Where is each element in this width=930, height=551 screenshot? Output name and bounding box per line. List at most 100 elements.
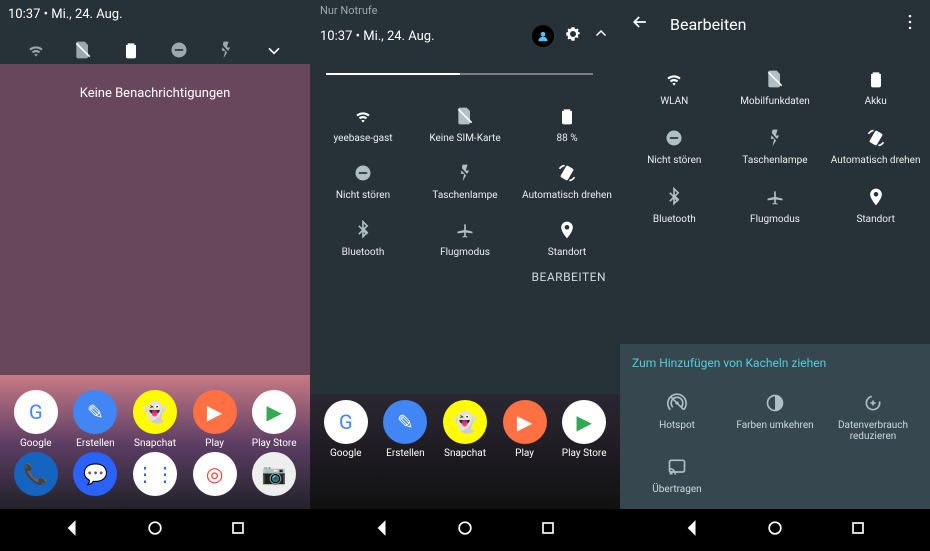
wifi-icon[interactable]: [26, 40, 46, 60]
tile-invert[interactable]: Farben umkehren: [726, 382, 824, 446]
battery-icon: [520, 105, 614, 127]
app-snapchat[interactable]: 👻 Snapchat: [438, 400, 492, 459]
app-[interactable]: 💬: [68, 452, 122, 500]
tile-label: Nicht stören: [316, 190, 410, 201]
battery-icon[interactable]: [121, 40, 141, 60]
tile-sim[interactable]: Mobilfunkdaten: [725, 54, 826, 113]
brightness-slider[interactable]: [310, 49, 620, 91]
tile-label: Standort: [827, 214, 924, 225]
tile-wifi[interactable]: WLAN: [624, 54, 725, 113]
tile-label: Keine SIM-Karte: [418, 133, 512, 144]
app-[interactable]: 📞: [9, 452, 63, 500]
tile-loc[interactable]: Standort: [518, 209, 616, 262]
nav-home-icon[interactable]: [765, 518, 785, 542]
tile-flash[interactable]: Taschenlampe: [416, 152, 514, 205]
drag-hint: Zum Hinzufügen von Kacheln ziehen: [628, 356, 922, 382]
flashlight-icon[interactable]: [216, 40, 236, 60]
nav-home-icon[interactable]: [145, 518, 165, 542]
tile-dnd[interactable]: Nicht stören: [624, 113, 725, 172]
nav-recent-icon[interactable]: [228, 518, 248, 542]
tile-label: Automatisch drehen: [827, 155, 924, 166]
status-time: 10:37: [320, 29, 352, 44]
app-[interactable]: ⋮⋮: [128, 452, 182, 500]
app-erstellen[interactable]: ✎ Erstellen: [378, 400, 432, 459]
tile-label: Automatisch drehen: [520, 190, 614, 201]
app-icon: ✎: [383, 400, 427, 444]
pane-edit-tiles: Bearbeiten WLAN Mobilfunkdaten Akku Nich…: [620, 0, 930, 551]
navbar: [620, 509, 930, 551]
tile-plane[interactable]: Flugmodus: [416, 209, 514, 262]
app-play store[interactable]: ▶ Play Store: [557, 400, 611, 459]
nav-back-icon[interactable]: [63, 518, 83, 542]
nav-back-icon[interactable]: [373, 518, 393, 542]
tile-label: Bluetooth: [316, 247, 410, 258]
nav-recent-icon[interactable]: [538, 518, 558, 542]
pane-notifications: 10:37 • Mi., 24. Aug. Keine Benachrichti…: [0, 0, 310, 551]
status-time: 10:37: [8, 7, 40, 22]
app-icon: ◎: [193, 452, 237, 496]
chevron-down-icon[interactable]: [264, 40, 284, 60]
invert-icon: [728, 392, 822, 414]
tile-bt[interactable]: Bluetooth: [314, 209, 412, 262]
tile-dnd[interactable]: Nicht stören: [314, 152, 412, 205]
status-bar: 10:37 • Mi., 24. Aug.: [310, 17, 620, 49]
app-label: Play Store: [557, 448, 611, 459]
app-play[interactable]: ▶ Play: [188, 390, 242, 449]
nav-recent-icon[interactable]: [848, 518, 868, 542]
tile-label: Bluetooth: [626, 214, 723, 225]
edit-button[interactable]: BEARBEITEN: [310, 262, 620, 294]
tile-label: Farben umkehren: [728, 420, 822, 431]
app-play store[interactable]: ▶ Play Store: [247, 390, 301, 449]
wifi-icon: [316, 105, 410, 127]
app-icon: 👻: [133, 390, 177, 434]
bt-icon: [626, 186, 723, 208]
dnd-icon[interactable]: [169, 40, 189, 60]
tile-flash[interactable]: Taschenlampe: [725, 113, 826, 172]
app-label: Google: [9, 438, 63, 449]
tile-label: Mobilfunkdaten: [727, 96, 824, 107]
app-play[interactable]: ▶ Play: [498, 400, 552, 459]
app-icon: ⋮⋮: [133, 452, 177, 496]
navbar: [0, 509, 310, 551]
tile-plane[interactable]: Flugmodus: [725, 172, 826, 231]
app-icon: G: [14, 390, 58, 434]
more-button[interactable]: [900, 12, 920, 36]
app-icon: ▶: [193, 390, 237, 434]
wifi-icon: [626, 68, 723, 90]
tile-hotspot[interactable]: Hotspot: [628, 382, 726, 446]
nav-home-icon[interactable]: [455, 518, 475, 542]
tile-sim[interactable]: Keine SIM-Karte: [416, 95, 514, 148]
tile-cast[interactable]: Übertragen: [628, 446, 726, 499]
tile-label: Hotspot: [630, 420, 724, 431]
tile-loc[interactable]: Standort: [825, 172, 926, 231]
back-button[interactable]: [630, 12, 650, 36]
app-icon: 👻: [443, 400, 487, 444]
dock-row: 📞 💬 ⋮⋮ ◎ 📷: [0, 452, 310, 500]
tile-datasav[interactable]: Datenverbrauch reduzieren: [824, 382, 922, 446]
tile-wifi[interactable]: yeebase-gast: [314, 95, 412, 148]
datasav-icon: [826, 392, 920, 414]
app-icon: 📞: [14, 452, 58, 496]
navbar: [310, 509, 620, 551]
tile-rotate[interactable]: Automatisch drehen: [825, 113, 926, 172]
sim-icon: [727, 68, 824, 90]
tile-battery[interactable]: Akku: [825, 54, 926, 113]
tile-label: Taschenlampe: [727, 155, 824, 166]
tile-rotate[interactable]: Automatisch drehen: [518, 152, 616, 205]
nav-back-icon[interactable]: [683, 518, 703, 542]
tile-battery[interactable]: 88 %: [518, 95, 616, 148]
no-notifications-label: Keine Benachrichtigungen: [80, 86, 231, 101]
app-row: G Google ✎ Erstellen 👻 Snapchat ▶ Play ▶…: [310, 400, 620, 459]
app-google[interactable]: G Google: [9, 390, 63, 449]
settings-button[interactable]: [564, 25, 582, 47]
tile-bt[interactable]: Bluetooth: [624, 172, 725, 231]
sim-icon[interactable]: [73, 40, 93, 60]
user-button[interactable]: [532, 25, 554, 47]
app-google[interactable]: G Google: [319, 400, 373, 459]
app-[interactable]: ◎: [188, 452, 242, 500]
app-erstellen[interactable]: ✎ Erstellen: [68, 390, 122, 449]
app-snapchat[interactable]: 👻 Snapchat: [128, 390, 182, 449]
flash-icon: [418, 162, 512, 184]
app-[interactable]: 📷: [247, 452, 301, 500]
chevron-up-icon[interactable]: [592, 25, 610, 47]
